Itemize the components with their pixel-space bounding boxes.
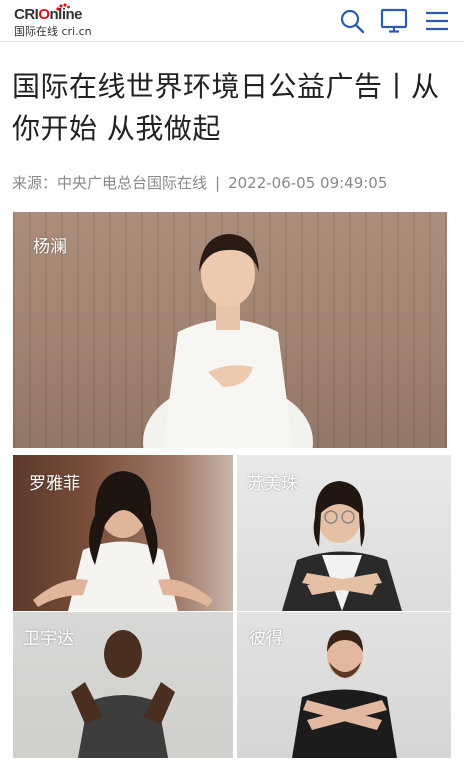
photo-tile[interactable]: 卫宇达	[13, 612, 233, 758]
article-title: 国际在线世界环境日公益广告丨从你开始 从我做起	[12, 70, 440, 145]
logo-cri: CRI	[14, 6, 39, 23]
photo-label: 彼得	[249, 629, 283, 649]
logo-subtitle: 国际在线 cri.cn	[14, 25, 92, 38]
person-figure	[143, 234, 313, 448]
photo-label: 苏美珠	[247, 474, 298, 494]
logo-o: O	[38, 6, 50, 23]
search-icon[interactable]	[338, 7, 366, 35]
article-meta: 来源：中央广电总台国际在线 | 2022-06-05 09:49:05	[12, 172, 452, 193]
photo-main[interactable]: 杨澜	[13, 212, 447, 448]
meta-separator: |	[215, 174, 221, 192]
logo-wordmark: CRIOnline	[14, 6, 83, 23]
photo-tile[interactable]: 苏美珠	[237, 455, 451, 611]
top-header: CRIOnline 国际在线 cri.cn	[0, 0, 464, 42]
article-source: 来源：中央广电总台国际在线	[12, 174, 208, 192]
article-datetime: 2022-06-05 09:49:05	[228, 174, 388, 192]
photo-label: 罗雅菲	[29, 474, 80, 494]
photo-label: 杨澜	[33, 237, 67, 257]
cri-online-logo[interactable]: CRIOnline 国际在线 cri.cn	[14, 3, 114, 38]
photo-tile[interactable]: 罗雅菲	[13, 455, 233, 611]
menu-icon[interactable]	[423, 7, 451, 35]
tv-icon[interactable]	[380, 7, 408, 35]
logo-nline: nline	[49, 6, 83, 23]
photo-tile[interactable]: 彼得	[237, 612, 451, 758]
photo-label: 卫宇达	[23, 629, 74, 649]
